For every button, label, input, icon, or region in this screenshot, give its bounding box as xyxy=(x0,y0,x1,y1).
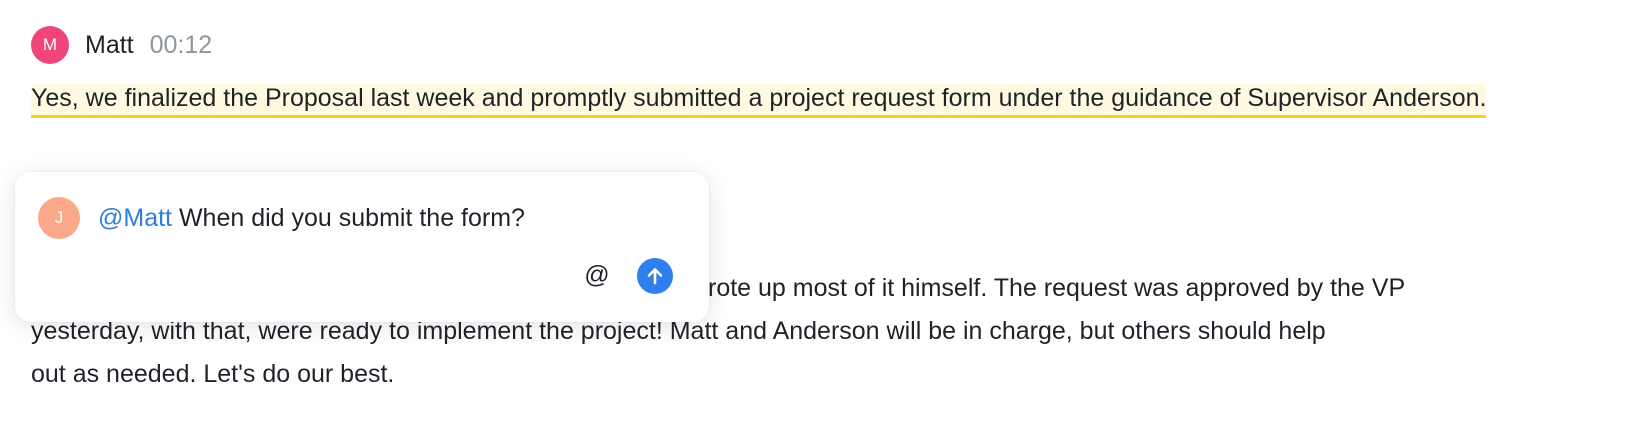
comment-text: When did you submit the form? xyxy=(172,204,525,232)
chat-page: M Matt 00:12 Yes, we finalized the Propo… xyxy=(0,0,1626,426)
message-body: Yes, we finalized the Proposal last week… xyxy=(31,77,1571,120)
comment-popup: J @Matt When did you submit the form? @ xyxy=(15,172,709,322)
message-line: out as needed. Let's do our best. xyxy=(31,360,395,388)
message-time: 00:12 xyxy=(149,30,213,59)
commenter-avatar[interactable]: J xyxy=(38,197,80,239)
author-name[interactable]: Matt xyxy=(85,31,134,60)
arrow-up-icon xyxy=(647,268,663,285)
comment-input[interactable]: @Matt When did you submit the form? xyxy=(98,203,525,233)
send-button[interactable] xyxy=(637,258,673,294)
highlighted-text[interactable]: Yes, we finalized the Proposal last week… xyxy=(31,84,1487,118)
mention-button[interactable]: @ xyxy=(582,260,612,290)
at-icon: @ xyxy=(584,260,610,289)
mention-tag[interactable]: @Matt xyxy=(98,204,172,232)
avatar[interactable]: M xyxy=(31,26,69,64)
message-header: M Matt 00:12 xyxy=(31,26,212,64)
